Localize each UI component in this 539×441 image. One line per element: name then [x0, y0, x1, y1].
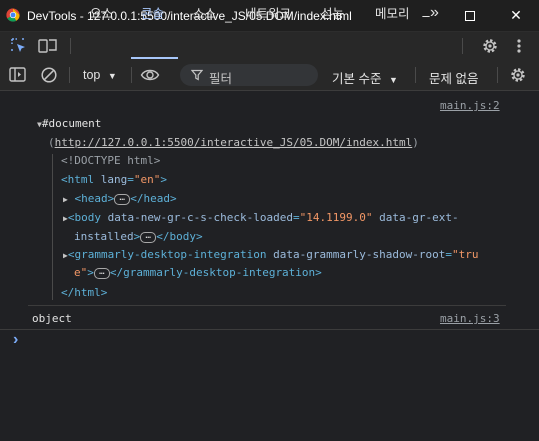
ellipsis-icon[interactable]: … [114, 193, 131, 205]
context-selector[interactable]: top ▼ [83, 68, 117, 82]
maximize-icon [465, 10, 475, 21]
body-node[interactable]: ▶<body data-new-gr-c-s-check-loaded="14.… [63, 211, 459, 224]
head-close-tag: </head> [130, 192, 177, 205]
console-prompt-icon: › [13, 331, 19, 348]
live-expression-eye-icon[interactable] [140, 67, 160, 83]
device-toolbar-icon[interactable] [38, 37, 58, 55]
grammarly-attr-value: "tru [451, 248, 479, 261]
doctype-node: <!DOCTYPE html> [61, 154, 161, 167]
filter-funnel-icon [191, 69, 203, 81]
tab-network[interactable]: 네트워크 [245, 0, 291, 28]
filter-placeholder: 필터 [209, 72, 233, 86]
context-label: top [83, 68, 101, 82]
body-node-cont: installed>… </body> [74, 230, 203, 243]
ellipsis-icon[interactable]: … [140, 231, 157, 243]
tree-guide-line [52, 154, 53, 300]
tab-console[interactable]: 콘솔 [141, 0, 164, 28]
toolbar-divider [70, 38, 71, 54]
active-tab-indicator [131, 57, 178, 59]
html-attr-value: "en" [133, 173, 161, 186]
tab-sources[interactable]: 소스 [193, 0, 216, 28]
console-input[interactable] [26, 332, 526, 350]
head-node[interactable]: ▶ <head>… </head> [63, 192, 177, 205]
document-url-line: (http://127.0.0.1:5500/interactive_JS/05… [48, 136, 419, 149]
grammarly-node-cont: e">… </grammarly-desktop-integration> [74, 266, 322, 279]
tab-performance[interactable]: 성능 [321, 0, 344, 28]
html-close-node: </html> [61, 286, 108, 299]
html-attr-name: lang [100, 173, 128, 186]
body-attr-value: "14.1199.0" [299, 211, 373, 224]
document-url-link[interactable]: http://127.0.0.1:5500/interactive_JS/05.… [55, 136, 413, 149]
toolbar-divider [462, 38, 463, 54]
body-attr-name: data-new-gr-c-s-check-loaded [107, 211, 294, 224]
body-close-tag: </body> [156, 230, 203, 243]
tab-memory[interactable]: 메모리 [375, 0, 410, 28]
head-open-tag: <head> [74, 192, 115, 205]
log-levels-label: 기본 수준 [332, 72, 382, 86]
issues-counter[interactable]: 문제 없음 [429, 68, 478, 87]
toolbar-divider [497, 67, 498, 83]
source-link-main-js-3[interactable]: main.js:3 [440, 312, 500, 325]
source-link-main-js-2[interactable]: main.js:2 [440, 99, 500, 112]
clear-console-icon[interactable] [40, 66, 58, 84]
grammarly-close-tag: </grammarly-desktop-integration> [109, 266, 322, 279]
message-divider [0, 329, 539, 330]
document-label: #document [41, 117, 102, 130]
message-divider [28, 305, 506, 306]
tab-elements[interactable]: 요소 [90, 0, 113, 28]
dropdown-arrow-icon: ▼ [388, 75, 398, 85]
grammarly-attr-value-cont: e" [74, 266, 88, 279]
chrome-logo-icon [6, 8, 20, 22]
inspect-element-icon[interactable] [10, 37, 28, 55]
toolbar-divider [69, 67, 70, 83]
dropdown-arrow-icon: ▼ [107, 71, 117, 81]
close-icon: ✕ [510, 7, 522, 23]
html-tag: <html [61, 173, 95, 186]
ellipsis-icon[interactable]: … [93, 267, 110, 279]
console-settings-gear-icon[interactable] [509, 66, 527, 84]
maximize-button[interactable] [447, 0, 493, 31]
minimize-icon: – [422, 8, 430, 23]
more-options-icon[interactable] [513, 37, 525, 55]
minimize-button[interactable]: – [403, 0, 449, 31]
sidebar-toggle-icon[interactable] [9, 67, 27, 83]
window-title: DevTools - 127.0.0.1:5500/interactive_JS… [27, 9, 352, 23]
log-levels-dropdown[interactable]: 기본 수준 ▼ [332, 68, 398, 87]
html-open-node[interactable]: <html lang="en"> [61, 173, 167, 186]
close-window-button[interactable]: ✕ [493, 0, 539, 31]
grammarly-open-tag: <grammarly-desktop-integration [67, 248, 267, 261]
document-tree-root[interactable]: ▼#document [37, 117, 101, 130]
console-message-object: object [32, 312, 72, 325]
body-attr2-name-cont: installed [74, 230, 134, 243]
grammarly-node[interactable]: ▶<grammarly-desktop-integration data-gra… [63, 248, 478, 261]
body-attr2-name: data-gr-ext- [379, 211, 459, 224]
toolbar-divider [131, 67, 132, 83]
more-tabs-chevron-icon[interactable]: » [430, 0, 439, 27]
collapsed-triangle-icon: ▶ [63, 195, 68, 204]
toolbar-divider [415, 67, 416, 83]
settings-gear-icon[interactable] [481, 37, 499, 55]
grammarly-attr-name: data-grammarly-shadow-root [273, 248, 446, 261]
body-open-tag: <body [67, 211, 101, 224]
devtools-tab-bar [0, 32, 539, 61]
